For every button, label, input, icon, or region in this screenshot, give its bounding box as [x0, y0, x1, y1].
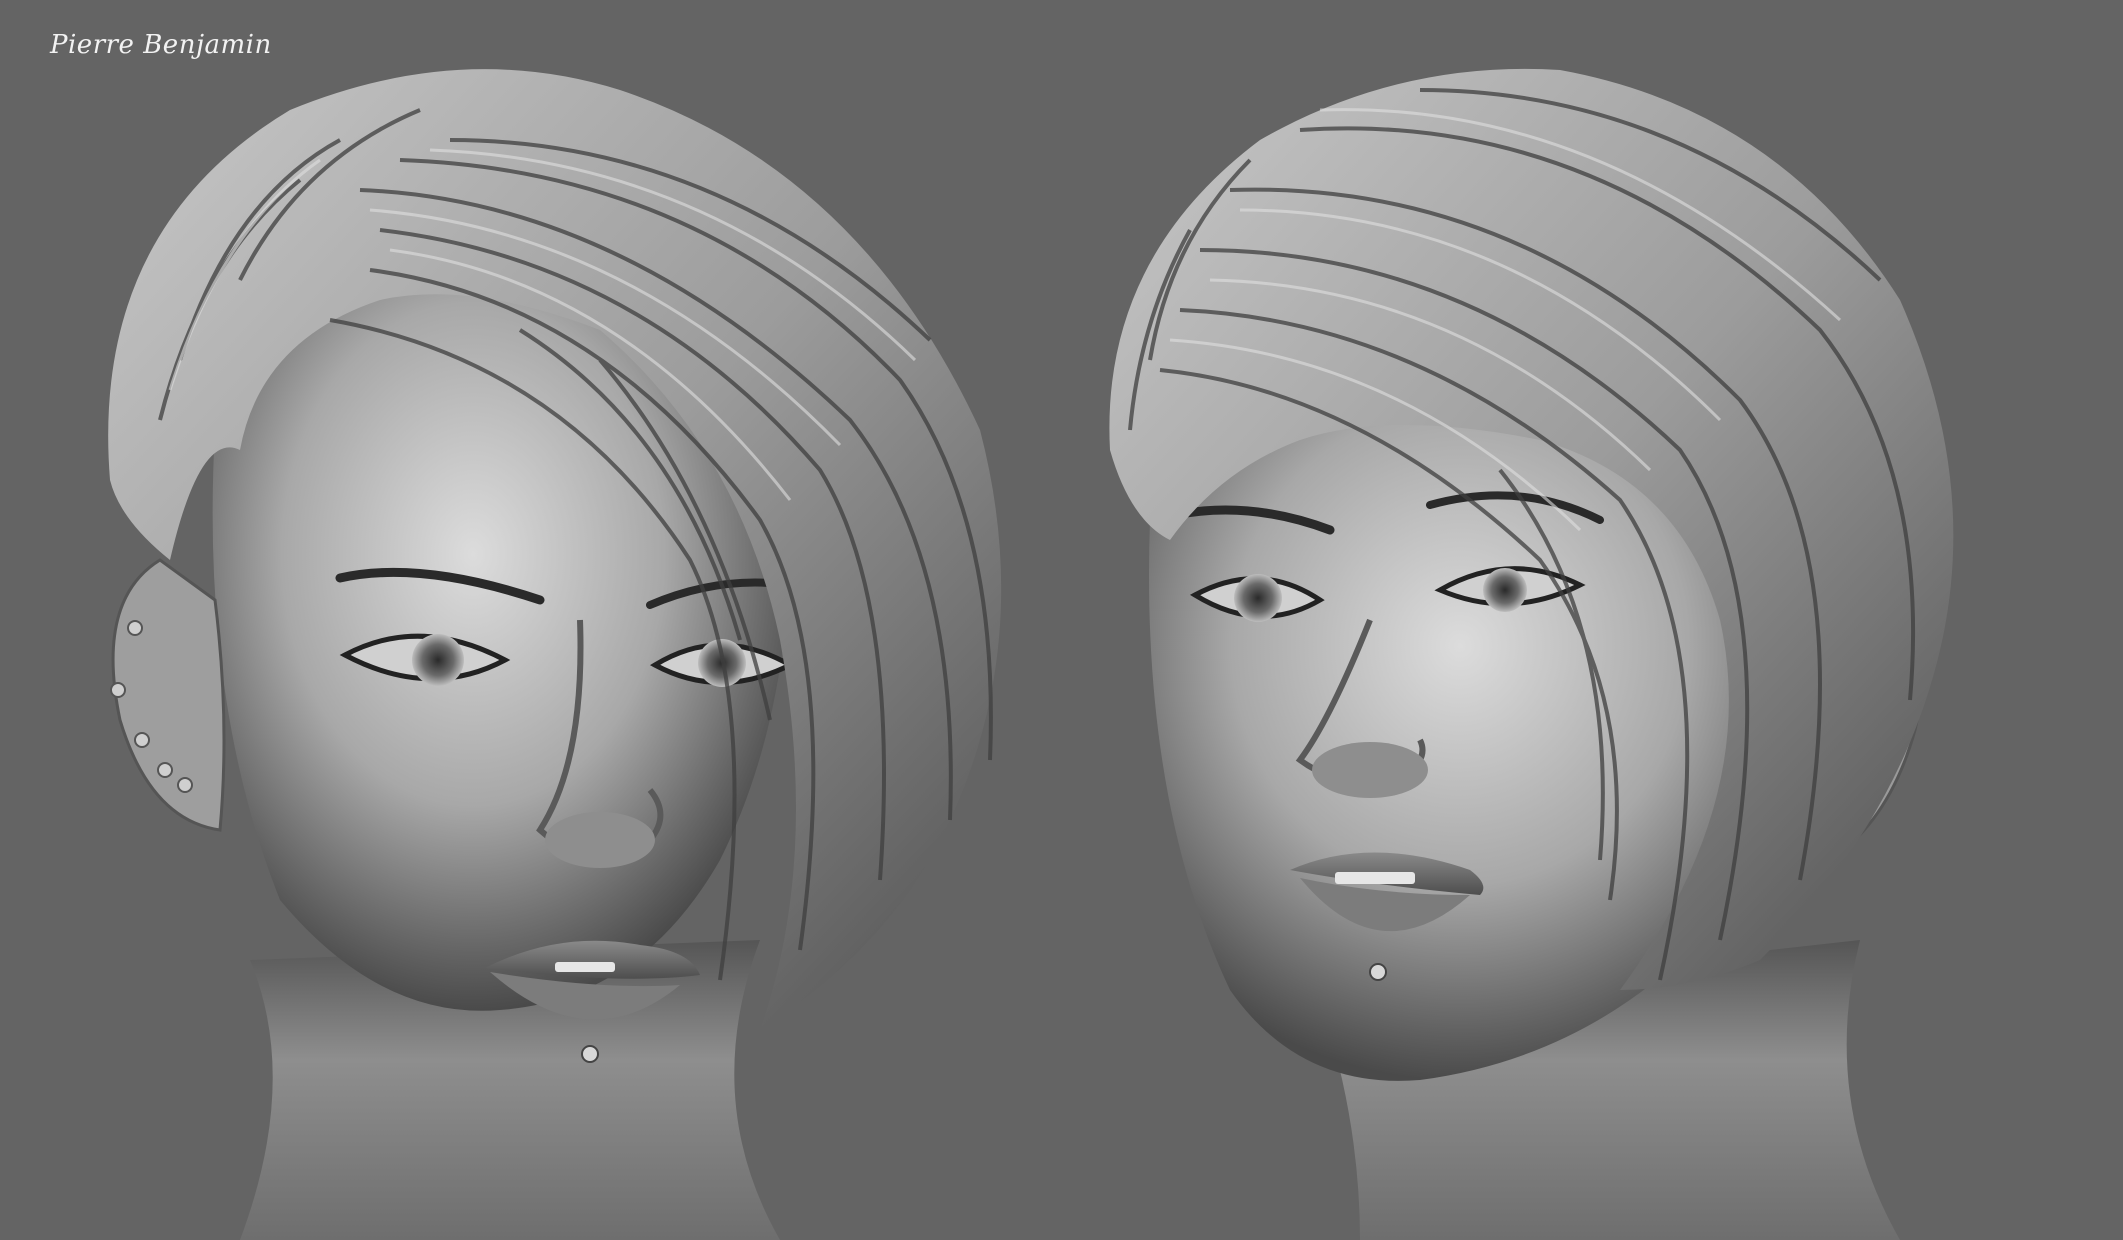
three-quarter-view-bust	[1109, 68, 1954, 1240]
sculpt-renders	[108, 68, 1954, 1240]
front-view-bust	[108, 69, 1002, 1240]
artist-signature: Pierre Benjamin	[50, 30, 272, 60]
artwork-canvas: Pierre Benjamin	[0, 0, 2123, 1240]
